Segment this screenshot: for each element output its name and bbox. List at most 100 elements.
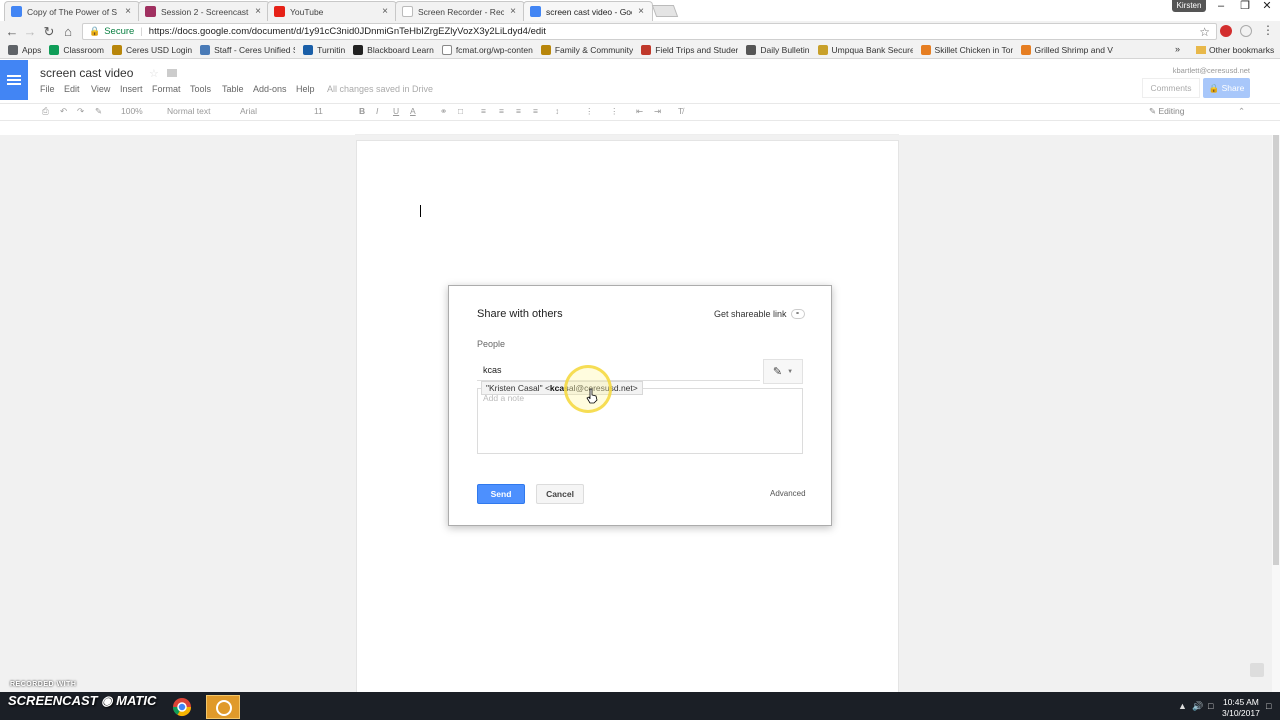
increase-indent-icon[interactable]: ⇥ <box>654 106 661 117</box>
style-select[interactable]: Normal text <box>167 106 210 116</box>
screencast-taskbar-icon[interactable] <box>206 695 240 719</box>
maximize-icon[interactable]: ❐ <box>1234 0 1256 14</box>
undo-icon[interactable]: ↶ <box>60 106 67 117</box>
docs-home-icon[interactable] <box>0 60 28 100</box>
align-center-icon[interactable]: ≡ <box>499 106 504 116</box>
url-text[interactable]: https://docs.google.com/document/d/1y91c… <box>149 26 1199 37</box>
new-tab-button[interactable] <box>651 5 679 17</box>
close-tab-icon[interactable]: × <box>508 6 518 17</box>
italic-icon[interactable]: I <box>376 106 378 116</box>
minimize-icon[interactable]: – <box>1210 0 1232 14</box>
bookmark-family[interactable]: Family & Community <box>540 45 633 55</box>
justify-icon[interactable]: ≡ <box>533 106 538 116</box>
star-icon[interactable]: ☆ <box>149 67 159 80</box>
browser-tab[interactable]: Copy of The Power of S × <box>4 1 140 21</box>
back-arrow-icon[interactable]: ← <box>4 24 20 40</box>
scrollbar-thumb[interactable] <box>1273 135 1279 565</box>
browser-tab[interactable]: YouTube × <box>267 1 397 21</box>
paint-format-icon[interactable]: ✎ <box>95 106 102 117</box>
browser-tab-active[interactable]: screen cast video - Goog × <box>523 1 653 21</box>
bookmark-ceres-login[interactable]: Ceres USD Login <box>112 45 192 55</box>
font-select[interactable]: Arial <box>240 106 257 116</box>
document-title[interactable]: screen cast video <box>40 66 133 80</box>
send-button[interactable]: Send <box>477 484 525 504</box>
menu-file[interactable]: File <box>40 84 55 94</box>
menu-addons[interactable]: Add-ons <box>253 84 287 94</box>
bold-icon[interactable]: B <box>359 106 365 116</box>
bookmark-blackboard[interactable]: Blackboard Learn <box>353 45 434 55</box>
menu-edit[interactable]: Edit <box>64 84 80 94</box>
link-icon[interactable]: ⚭ <box>440 106 447 117</box>
bookmark-classroom[interactable]: Classroom <box>49 45 104 55</box>
adblock-extension-icon[interactable] <box>1220 25 1232 37</box>
menu-tools[interactable]: Tools <box>190 84 211 94</box>
bulleted-list-icon[interactable]: ⋮ <box>610 106 619 117</box>
save-status[interactable]: All changes saved in Drive <box>327 84 433 94</box>
menu-help[interactable]: Help <box>296 84 315 94</box>
print-icon[interactable]: ⎙ <box>42 106 49 117</box>
decrease-indent-icon[interactable]: ⇤ <box>636 106 643 117</box>
browser-tab[interactable]: Session 2 - Screencast I × <box>138 1 270 21</box>
bookmark-grilled-shrimp[interactable]: Grilled Shrimp and Ve <box>1020 45 1113 55</box>
close-tab-icon[interactable]: × <box>636 6 646 17</box>
permission-dropdown[interactable]: ✎ ▼ <box>763 359 803 384</box>
bookmark-apps[interactable]: Apps <box>8 45 41 55</box>
numbered-list-icon[interactable]: ⋮ <box>585 106 594 117</box>
clear-formatting-icon[interactable]: T̸ <box>678 106 683 116</box>
get-shareable-link[interactable]: Get shareable link ⚭ <box>714 309 805 319</box>
line-spacing-icon[interactable]: ↕ <box>555 106 559 116</box>
add-note-textarea[interactable]: Add a note <box>477 388 803 454</box>
menu-format[interactable]: Format <box>152 84 181 94</box>
close-tab-icon[interactable]: × <box>253 6 263 17</box>
redo-icon[interactable]: ↷ <box>77 106 84 117</box>
close-tab-icon[interactable]: × <box>380 6 390 17</box>
network-icon[interactable]: □ <box>1208 701 1213 711</box>
chrome-taskbar-icon[interactable] <box>165 695 199 719</box>
explore-icon[interactable] <box>1250 663 1264 677</box>
text-color-icon[interactable]: A <box>410 106 416 116</box>
bookmark-skillet-chicken[interactable]: Skillet Chicken in Tom <box>920 45 1013 55</box>
menu-table[interactable]: Table <box>222 84 244 94</box>
contact-suggestion[interactable]: "Kristen Casal" <kcasal@ceresusd.net> <box>481 381 643 395</box>
underline-icon[interactable]: U <box>393 106 399 116</box>
address-bar[interactable]: 🔒 Secure | https://docs.google.com/docum… <box>82 23 1217 40</box>
close-window-icon[interactable]: ✕ <box>1256 0 1278 14</box>
tray-up-arrow-icon[interactable]: ▲ <box>1178 701 1187 711</box>
align-left-icon[interactable]: ≡ <box>481 106 486 116</box>
forward-arrow-icon[interactable]: → <box>22 24 38 40</box>
more-bookmarks-chevron-icon[interactable]: » <box>1175 44 1180 54</box>
account-email[interactable]: kbartlett@ceresusd.net <box>1173 66 1250 75</box>
taskbar-clock[interactable]: 10:45 AM 3/10/2017 <box>1222 697 1260 719</box>
people-input[interactable]: kcas <box>477 359 760 381</box>
comments-button[interactable]: Comments <box>1142 78 1200 98</box>
browser-tab[interactable]: Screen Recorder - Recor × <box>395 1 525 21</box>
editing-mode-select[interactable]: ✎ Editing <box>1149 106 1184 117</box>
home-icon[interactable]: ⌂ <box>60 24 76 40</box>
volume-icon[interactable]: 🔊 <box>1192 701 1203 712</box>
bookmark-fcmat[interactable]: fcmat.org/wp-conten <box>441 45 533 55</box>
menu-insert[interactable]: Insert <box>120 84 143 94</box>
cancel-button[interactable]: Cancel <box>536 484 584 504</box>
profile-badge[interactable]: Kirsten <box>1172 0 1206 12</box>
close-tab-icon[interactable]: × <box>123 6 133 17</box>
collapse-chevron-icon[interactable]: ⌃ <box>1238 106 1245 117</box>
notifications-icon[interactable]: □ <box>1266 701 1271 711</box>
comment-icon[interactable]: □ <box>458 106 463 116</box>
menu-view[interactable]: View <box>91 84 110 94</box>
ruler[interactable] <box>355 123 899 135</box>
reload-icon[interactable]: ↻ <box>41 24 57 40</box>
bookmark-daily-bulletin[interactable]: Daily Bulletin <box>746 45 810 55</box>
align-right-icon[interactable]: ≡ <box>516 106 521 116</box>
font-size-select[interactable]: 11 <box>314 106 323 116</box>
bookmark-umpqua[interactable]: Umpqua Bank Secure <box>817 45 913 55</box>
chrome-menu-icon[interactable]: ⋮ <box>1262 23 1274 37</box>
bookmark-staff[interactable]: Staff - Ceres Unified S <box>200 45 295 55</box>
bookmark-turnitin[interactable]: Turnitin <box>303 45 345 55</box>
advanced-link[interactable]: Advanced <box>770 489 806 498</box>
bookmark-field-trips[interactable]: Field Trips and Studer <box>641 45 738 55</box>
scrollbar[interactable] <box>1272 135 1280 692</box>
other-bookmarks[interactable]: Other bookmarks <box>1196 45 1274 55</box>
share-button[interactable]: 🔒 Share <box>1203 78 1250 98</box>
bookmark-star-icon[interactable]: ☆ <box>1199 25 1210 39</box>
extension-icon[interactable] <box>1240 25 1252 37</box>
